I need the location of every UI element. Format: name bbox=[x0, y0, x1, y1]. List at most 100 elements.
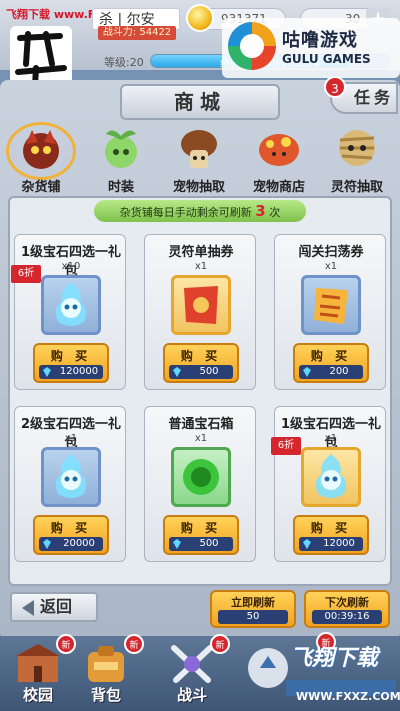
grocery-pet-icon bbox=[23, 130, 59, 169]
item-slot bbox=[41, 447, 101, 507]
item-price: 500 bbox=[199, 366, 219, 377]
discount-badge: 6折 bbox=[11, 265, 41, 283]
item-slot bbox=[301, 275, 361, 335]
nav-label: 战斗 bbox=[176, 686, 207, 704]
buy-button[interactable]: 购 买 20000 bbox=[33, 515, 109, 555]
new-badge: 新 bbox=[56, 634, 76, 654]
coin-icon bbox=[186, 4, 214, 32]
item-slot bbox=[171, 447, 231, 507]
item-slot bbox=[171, 275, 231, 335]
power-value: 战斗力: 54422 bbox=[98, 26, 176, 40]
level-label: 等级:20 bbox=[104, 56, 144, 69]
item-price: 20000 bbox=[63, 538, 95, 549]
tab-talisman-draw[interactable]: 灵符抽取 bbox=[318, 124, 396, 196]
talisman-draw-icon bbox=[339, 130, 375, 166]
red-talisman-ticket-icon bbox=[184, 286, 218, 324]
publisher-name-cn: 咕噜游戏 bbox=[282, 30, 358, 51]
watermark-title: 飞翔下载 bbox=[290, 646, 379, 671]
back-button[interactable]: 返回 bbox=[10, 592, 98, 622]
item-name: 2级宝石四选一礼包 bbox=[20, 417, 122, 451]
diamond-icon bbox=[43, 367, 51, 377]
diamond-icon bbox=[43, 539, 51, 549]
nav-label: 背包 bbox=[90, 686, 121, 704]
price-bar: 20000 bbox=[39, 537, 103, 551]
fashion-pet-icon bbox=[105, 130, 137, 168]
buy-label: 购 买 bbox=[50, 349, 92, 363]
item-quantity: x1 bbox=[194, 433, 208, 444]
sweep-ticket-icon bbox=[314, 288, 348, 324]
buy-button[interactable]: 购 买 120000 bbox=[33, 343, 109, 383]
tab-fashion[interactable]: 时装 bbox=[82, 124, 160, 196]
buy-button[interactable]: 购 买 200 bbox=[293, 343, 369, 383]
tab-label: 杂货铺 bbox=[21, 180, 61, 195]
task-badge: 3 bbox=[324, 76, 346, 98]
back-label: 返回 bbox=[40, 597, 73, 616]
shop-item-card: 2级宝石四选一礼包 x1 购 买 20000 bbox=[14, 406, 126, 562]
new-badge: 新 bbox=[124, 634, 144, 654]
refresh-count: 3 bbox=[255, 202, 266, 220]
price-bar: 120000 bbox=[39, 365, 103, 379]
refresh-notice: 杂货铺每日手动剩余可刷新 3 次 bbox=[94, 200, 306, 222]
nav-battle[interactable]: 战斗 新 bbox=[160, 634, 230, 706]
publisher-name-en: GULU GAMES bbox=[282, 52, 371, 66]
tab-grocery[interactable]: 杂货铺 bbox=[2, 122, 80, 196]
tab-pet-draw[interactable]: 宠物抽取 bbox=[160, 124, 238, 196]
item-name: 普通宝石箱 bbox=[168, 417, 234, 432]
back-arrow-icon bbox=[22, 600, 34, 616]
item-price: 500 bbox=[199, 538, 219, 549]
discount-badge: 6折 bbox=[271, 437, 301, 455]
item-quantity: x1 bbox=[64, 433, 78, 444]
item-price: 12000 bbox=[323, 538, 355, 549]
watermark-url: WWW.FXXZ.COM bbox=[296, 690, 400, 703]
item-slot bbox=[41, 275, 101, 335]
nav-campus[interactable]: 校园 新 bbox=[6, 634, 76, 706]
item-quantity: x1 bbox=[194, 261, 208, 272]
publisher-logo-mark-center bbox=[240, 34, 264, 58]
item-quantity: x1 bbox=[324, 261, 338, 272]
price-bar: 500 bbox=[169, 537, 233, 551]
tab-label: 宠物抽取 bbox=[172, 180, 225, 195]
refresh-now-price: 50 bbox=[218, 610, 288, 624]
shop-item-card: 1级宝石四选一礼包 x1 6折 购 买 12000 bbox=[271, 406, 386, 562]
diamond-icon bbox=[173, 367, 181, 377]
green-gem-box-icon bbox=[183, 459, 219, 495]
tab-label: 时装 bbox=[107, 180, 134, 195]
shop-item-card: 普通宝石箱 x1 购 买 500 bbox=[144, 406, 256, 562]
bag-icon bbox=[88, 646, 124, 682]
diamond-icon bbox=[303, 367, 311, 377]
shop-title: 商城 bbox=[120, 84, 280, 120]
shop-item-card: 1级宝石四选一礼包 x10 6折 购 买 120000 bbox=[11, 234, 126, 390]
buy-label: 购 买 bbox=[180, 521, 222, 535]
shop-item-card: 灵符单抽券 x1 购 买 500 bbox=[144, 234, 256, 390]
buy-label: 购 买 bbox=[50, 521, 92, 535]
price-bar: 12000 bbox=[299, 537, 363, 551]
next-refresh-timer: 下次刷新 00:39:16 bbox=[304, 590, 390, 628]
diamond-icon bbox=[173, 539, 181, 549]
buy-button[interactable]: 购 买 500 bbox=[163, 515, 239, 555]
refresh-now-button[interactable]: 立即刷新 50 bbox=[210, 590, 296, 628]
tab-pet-shop[interactable]: 宠物商店 bbox=[240, 124, 318, 196]
pet-draw-icon bbox=[181, 130, 217, 168]
shop-item-card: 闯关扫荡券 x1 购 买 200 bbox=[274, 234, 386, 390]
diamond-icon bbox=[303, 539, 311, 549]
nav-bag[interactable]: 背包 新 bbox=[74, 634, 144, 706]
crossed-swords-icon bbox=[171, 645, 213, 683]
next-refresh-time: 00:39:16 bbox=[312, 610, 382, 624]
pet-shop-icon bbox=[259, 134, 299, 166]
refresh-notice-text: 杂货铺每日手动剩余可刷新 bbox=[119, 206, 252, 219]
next-refresh-label: 下次刷新 bbox=[325, 596, 369, 609]
buy-label: 购 买 bbox=[310, 349, 352, 363]
item-name: 闯关扫荡券 bbox=[298, 245, 364, 260]
price-bar: 500 bbox=[169, 365, 233, 379]
item-price: 200 bbox=[329, 366, 349, 377]
price-bar: 200 bbox=[299, 365, 363, 379]
buy-button[interactable]: 购 买 12000 bbox=[293, 515, 369, 555]
blue-skull-gem-icon bbox=[315, 454, 347, 498]
buy-label: 购 买 bbox=[310, 521, 352, 535]
nav-label: 校园 bbox=[22, 686, 53, 704]
item-name: 灵符单抽券 bbox=[168, 245, 234, 260]
new-badge: 新 bbox=[210, 634, 230, 654]
blue-skull-gem-icon bbox=[55, 454, 87, 498]
refresh-notice-suffix: 次 bbox=[269, 206, 281, 219]
buy-button[interactable]: 购 买 500 bbox=[163, 343, 239, 383]
